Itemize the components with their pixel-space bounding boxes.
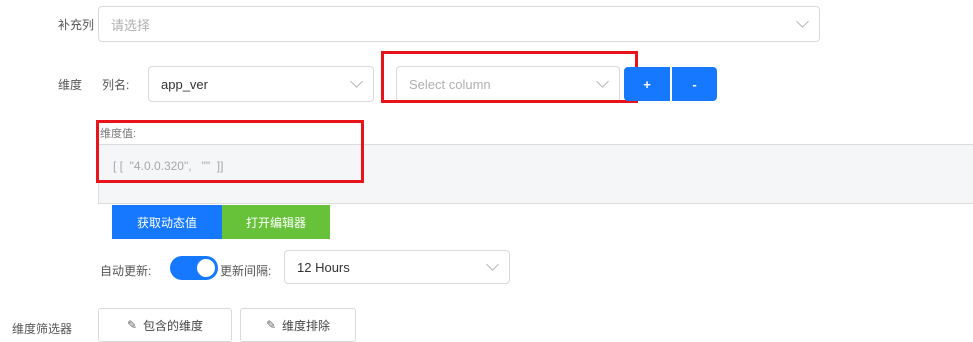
column-name-label: 列名: xyxy=(102,78,130,92)
highlight-box-select-column xyxy=(381,51,638,103)
dimension-label: 维度 xyxy=(58,78,83,92)
chevron-down-icon xyxy=(796,15,809,28)
exclude-dimensions-button[interactable]: ✎ 维度排除 xyxy=(240,308,356,342)
supplement-column-placeholder: 请选择 xyxy=(111,17,151,33)
column-name-select[interactable]: app_ver xyxy=(148,66,374,102)
refresh-interval-select[interactable]: 12 Hours xyxy=(284,250,510,284)
refresh-interval-label: 更新间隔: xyxy=(220,264,272,278)
refresh-interval-value: 12 Hours xyxy=(297,259,350,275)
include-dimensions-label: 包含的维度 xyxy=(143,318,204,333)
add-column-button[interactable]: + xyxy=(624,67,670,101)
chevron-down-icon xyxy=(350,75,363,88)
include-dimensions-button[interactable]: ✎ 包含的维度 xyxy=(98,308,232,342)
auto-refresh-toggle[interactable] xyxy=(170,256,218,280)
toggle-knob xyxy=(197,259,215,277)
highlight-box-dimension-values xyxy=(96,120,364,183)
column-name-value: app_ver xyxy=(161,76,208,92)
remove-column-button[interactable]: - xyxy=(672,67,717,101)
chevron-down-icon xyxy=(486,258,499,271)
supplement-column-select[interactable]: 请选择 xyxy=(98,6,820,42)
dimension-filter-label: 维度筛选器 xyxy=(12,322,73,336)
open-editor-button[interactable]: 打开编辑器 xyxy=(222,205,330,239)
pencil-icon: ✎ xyxy=(126,318,138,332)
auto-refresh-label: 自动更新: xyxy=(100,264,152,278)
fetch-dynamic-values-button[interactable]: 获取动态值 xyxy=(112,205,222,239)
supplement-column-label: 补充列 xyxy=(58,18,95,32)
pencil-icon: ✎ xyxy=(265,318,277,332)
exclude-dimensions-label: 维度排除 xyxy=(282,318,331,333)
